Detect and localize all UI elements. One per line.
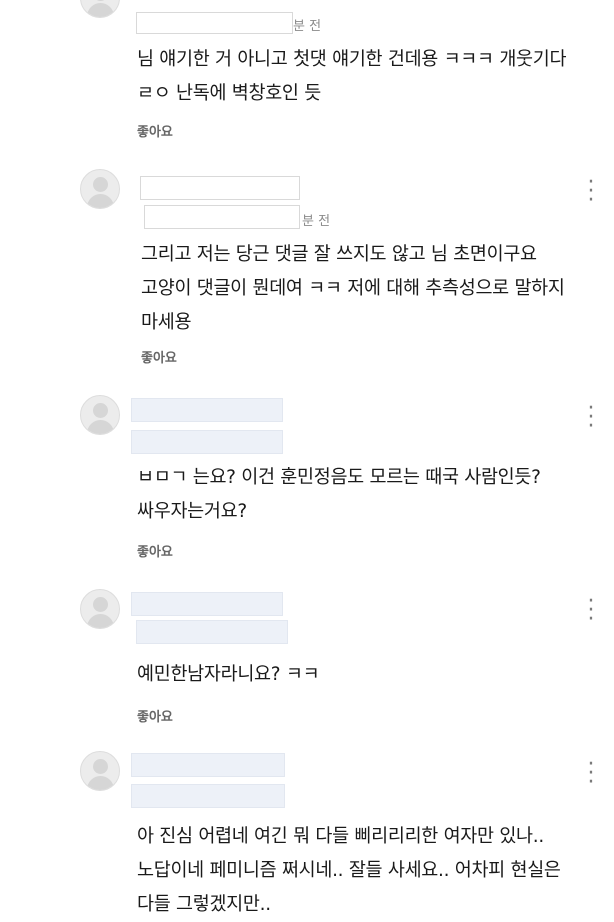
redacted-location [136, 620, 288, 644]
default-avatar-icon[interactable] [80, 395, 120, 435]
redacted-username [131, 398, 283, 422]
comment-text: 그리고 저는 당근 댓글 잘 쓰지도 않고 님 초면이구요 고양이 댓글이 뭔데… [141, 244, 565, 333]
redacted-location [144, 205, 300, 229]
comment-text: 님 얘기한 거 아니고 첫댓 얘기한 건데용 ㅋㅋㅋ 개웃기다 ㄹㅇ 난독에 벽… [137, 49, 567, 104]
redacted-location [131, 430, 283, 454]
like-button[interactable]: 좋아요 [137, 541, 173, 560]
redacted-username [131, 592, 283, 616]
comment-time: 분 전 [293, 19, 322, 34]
more-vertical-icon[interactable]: · · · [585, 591, 597, 631]
more-vertical-icon[interactable]: · · · [585, 754, 597, 794]
comment-time: 분 전 [302, 214, 331, 229]
like-button[interactable]: 좋아요 [137, 706, 173, 725]
like-button[interactable]: 좋아요 [137, 121, 173, 140]
redacted-location [131, 784, 285, 808]
default-avatar-icon[interactable] [80, 169, 120, 209]
comment-text: ㅂㅁㄱ 는요? 이건 훈민정음도 모르는 때국 사람인듯? 싸우자는거요? [137, 467, 541, 522]
redacted-username [140, 176, 300, 200]
redacted-username [136, 12, 293, 34]
default-avatar-icon[interactable] [80, 589, 120, 629]
redacted-username [131, 753, 285, 777]
more-vertical-icon[interactable]: · · · [585, 398, 597, 438]
like-button[interactable]: 좋아요 [141, 347, 177, 366]
more-vertical-icon[interactable]: · · · [585, 172, 597, 212]
default-avatar-icon[interactable] [80, 751, 120, 791]
default-avatar-icon[interactable] [80, 0, 120, 18]
comment-text: 아 진심 어렵네 여긴 뭐 다들 삐리리리한 여자만 있나.. 노답이네 페미니… [137, 826, 561, 915]
comment-text: 예민한남자라니요? ㅋㅋ [137, 664, 320, 685]
